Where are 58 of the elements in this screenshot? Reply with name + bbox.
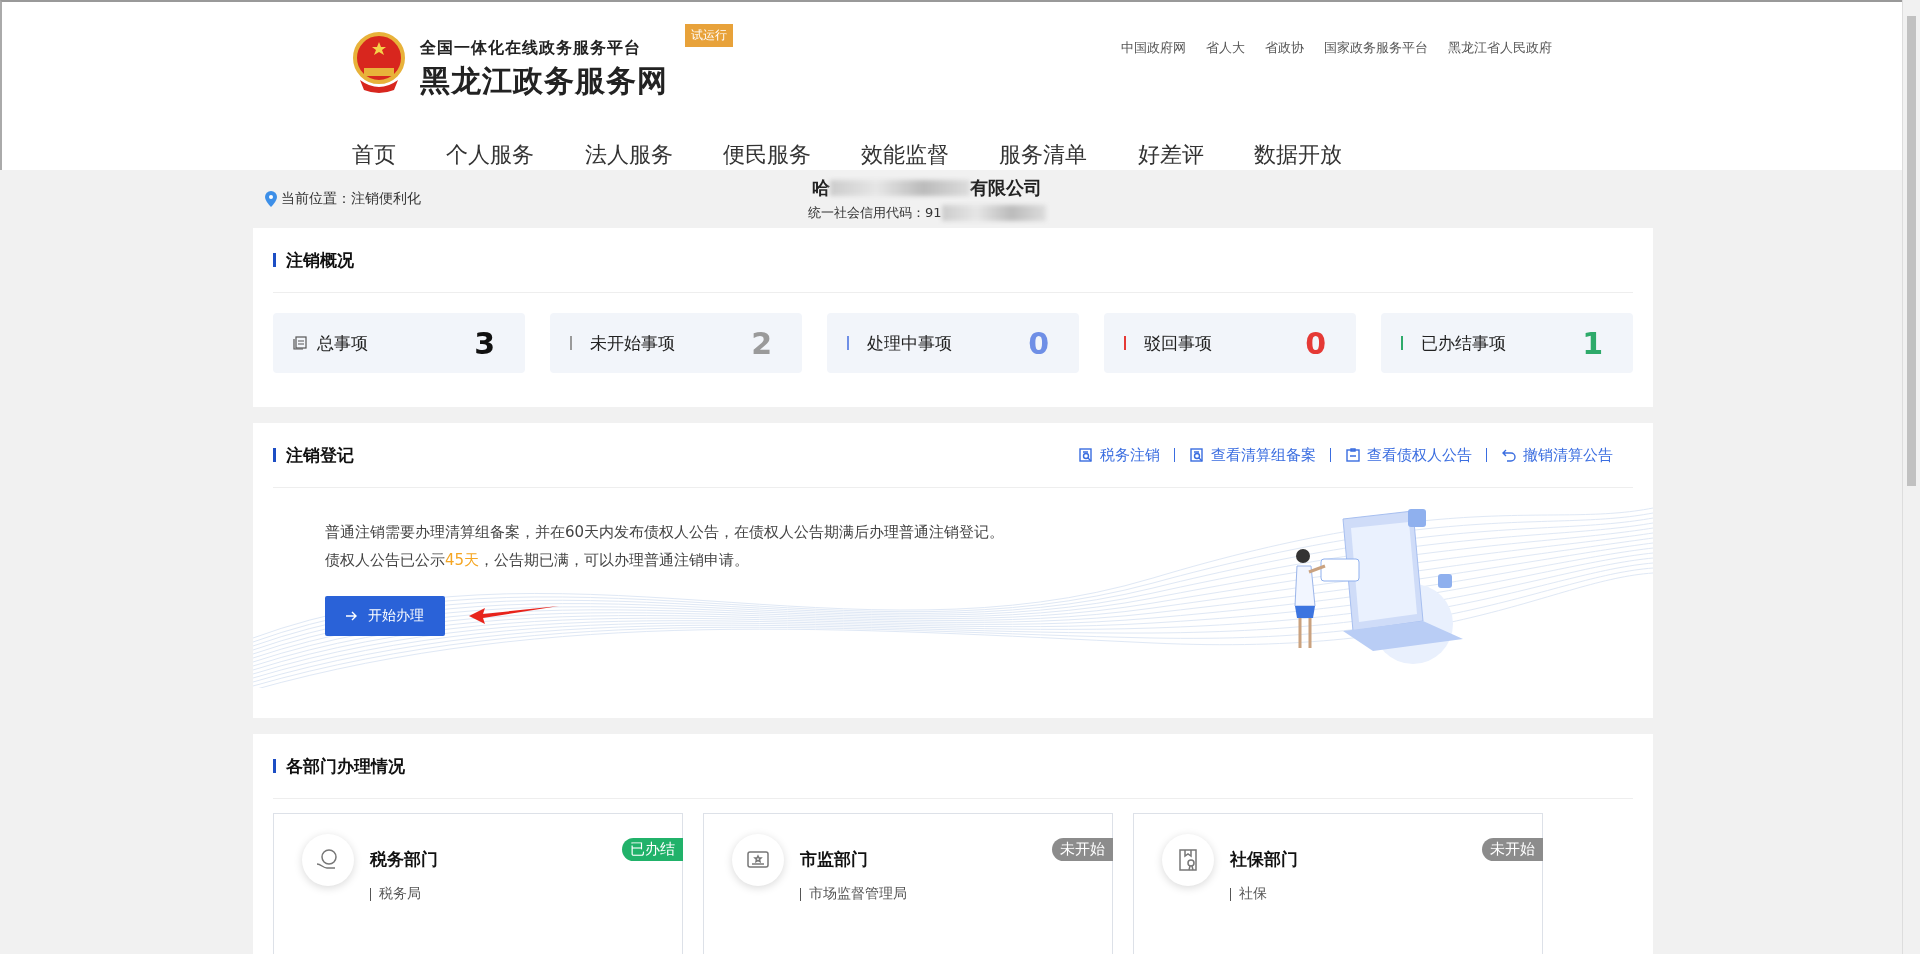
stat-label: 已办结事项 <box>1421 331 1507 355</box>
nav-item[interactable]: 个人服务 <box>446 140 535 170</box>
top-link[interactable]: 中国政府网 <box>1121 39 1186 110</box>
search-document-icon <box>1078 447 1094 463</box>
section-title: 各部门办理情况 <box>273 759 405 773</box>
action-link[interactable]: 税务注销 <box>1078 445 1160 465</box>
agency-name: 市场监督管理局 <box>809 885 907 903</box>
undo-icon <box>1501 447 1517 463</box>
company-name: 有限公司 <box>969 176 1042 200</box>
action-link[interactable]: 查看债权人公告 <box>1345 445 1472 465</box>
list-icon <box>293 336 307 350</box>
arrow-right-icon <box>346 611 358 621</box>
top-link[interactable]: 省人大 <box>1206 39 1245 110</box>
credit-code-label: 统一社会信用代码：91 <box>808 204 942 222</box>
department-name: 市监部门 <box>800 848 869 871</box>
nav-item[interactable]: 数据开放 <box>1253 140 1342 170</box>
top-link[interactable]: 省政协 <box>1265 39 1304 110</box>
stat-value: 1 <box>1582 325 1603 361</box>
platform-title: 全国一体化在线政务服务平台 <box>420 37 642 59</box>
nav-item[interactable]: 服务清单 <box>999 140 1088 170</box>
scrollbar-thumb[interactable] <box>1907 16 1916 486</box>
breadcrumb: 当前位置：注销便利化 <box>281 190 421 208</box>
nav-item[interactable]: 便民服务 <box>722 140 811 170</box>
trial-badge: 试运行 <box>685 24 733 47</box>
nav-item[interactable]: 首页 <box>352 140 396 170</box>
department-name: 社保部门 <box>1230 848 1298 871</box>
top-link[interactable]: 黑龙江省人民政府 <box>1448 39 1552 110</box>
section-title: 注销登记 <box>273 448 354 462</box>
status-text: 债权人公告已公示45天，公告期已满，可以办理普通注销申请。 <box>325 550 751 571</box>
stat-value: 2 <box>751 325 772 361</box>
top-link[interactable]: 国家政务服务平台 <box>1324 39 1428 110</box>
clipboard-icon <box>1345 447 1361 463</box>
nav-item[interactable]: 好差评 <box>1137 140 1204 170</box>
agency-name: 社保 <box>1239 885 1267 903</box>
status-badge: 已办结 <box>622 838 683 861</box>
status-badge: 未开始 <box>1052 838 1113 861</box>
nav-item[interactable]: 效能监督 <box>861 140 950 170</box>
stat-label: 总事项 <box>317 331 369 355</box>
stat-label: 处理中事项 <box>867 331 953 355</box>
search-document-icon <box>1189 447 1205 463</box>
stat-value: 3 <box>474 325 495 361</box>
department-name: 税务部门 <box>370 848 438 871</box>
agency-name: 税务局 <box>379 885 421 903</box>
emblem-icon <box>352 30 406 94</box>
stat-value: 0 <box>1028 325 1049 361</box>
nav-item[interactable]: 法人服务 <box>584 140 673 170</box>
stat-label: 驳回事项 <box>1144 331 1213 355</box>
stat-value: 0 <box>1305 325 1326 361</box>
action-link[interactable]: 查看清算组备案 <box>1189 445 1316 465</box>
section-title: 注销概况 <box>273 253 354 267</box>
instruction-text: 普通注销需要办理清算组备案，并在60天内发布债权人公告，在债权人公告期满后办理普通注销登记。 <box>325 522 1006 543</box>
company-name: 哈 <box>811 176 830 200</box>
start-button[interactable]: 开始办理 <box>325 596 445 636</box>
location-pin-icon <box>265 191 277 207</box>
site-title: 黑龙江政务服务网 <box>420 62 668 100</box>
status-badge: 未开始 <box>1482 838 1543 861</box>
action-link[interactable]: 撤销清算公告 <box>1501 445 1613 465</box>
stat-label: 未开始事项 <box>590 331 676 355</box>
